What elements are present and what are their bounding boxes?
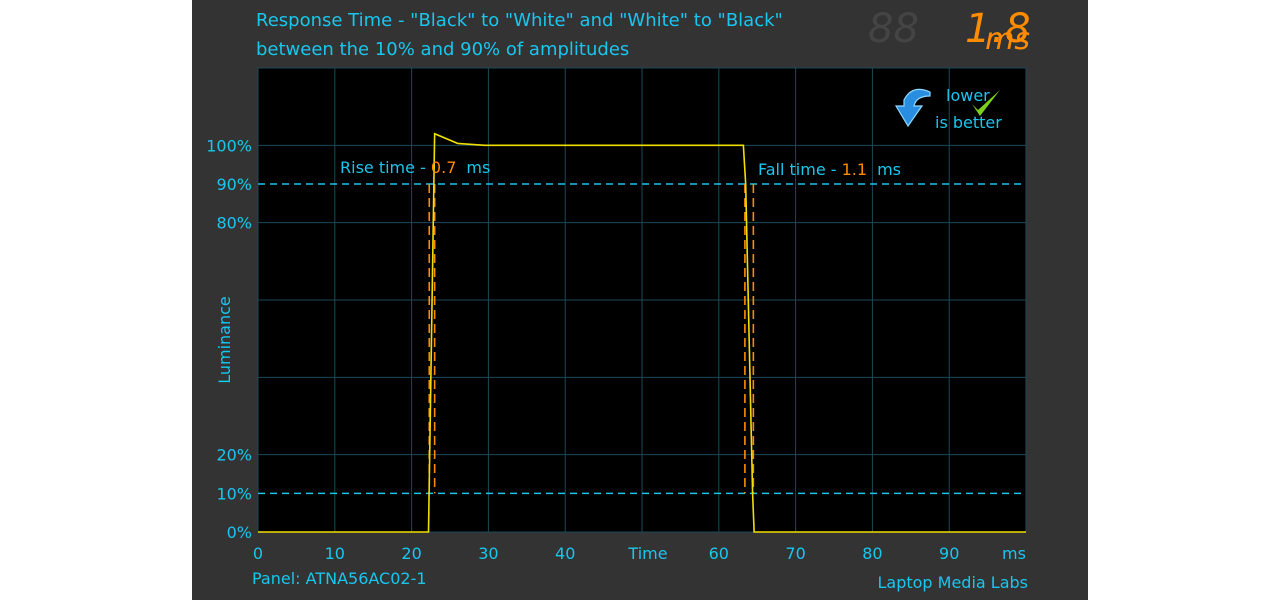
y-tick-label: 80% bbox=[216, 214, 252, 233]
panel-label: Panel: ATNA56AC02-1 bbox=[252, 569, 427, 588]
x-tick-label: 80 bbox=[862, 544, 882, 563]
fall-label: Fall time - bbox=[758, 160, 842, 179]
x-tick-label: 0 bbox=[253, 544, 263, 563]
x-tick-label: 40 bbox=[555, 544, 575, 563]
y-tick-label: 100% bbox=[206, 136, 252, 155]
x-tick-labels: 0 10 20 30 40 60 70 80 90 bbox=[253, 544, 959, 563]
y-tick-label: 20% bbox=[216, 446, 252, 465]
fall-unit: ms bbox=[877, 160, 901, 179]
y-tick-label: 10% bbox=[216, 484, 252, 503]
x-tick-label: 10 bbox=[325, 544, 345, 563]
rise-value: 0.7 bbox=[431, 158, 456, 177]
brand-label: Laptop Media Labs bbox=[877, 573, 1028, 592]
x-tick-label: 70 bbox=[785, 544, 805, 563]
rise-unit: ms bbox=[466, 158, 490, 177]
rise-time-annotation: Rise time - 0.7 ms bbox=[340, 158, 490, 177]
x-tick-label: 60 bbox=[709, 544, 729, 563]
x-axis-unit: ms bbox=[1002, 544, 1026, 563]
chart-svg: 0% 10% 20% 80% 90% 100% 0 10 20 30 40 60 70 80 90 Tim… bbox=[206, 67, 1028, 592]
x-axis-label: Time bbox=[627, 544, 667, 563]
y-axis-label: Luminance bbox=[215, 296, 234, 384]
x-tick-label: 30 bbox=[478, 544, 498, 563]
y-tick-label: 90% bbox=[216, 175, 252, 194]
badge-line1: lower bbox=[946, 86, 990, 105]
x-tick-label: 90 bbox=[939, 544, 959, 563]
fall-value: 1.1 bbox=[842, 160, 867, 179]
x-tick-label: 20 bbox=[401, 544, 421, 563]
badge-line2: is better bbox=[935, 113, 1002, 132]
y-tick-label: 0% bbox=[227, 523, 252, 542]
fall-time-annotation: Fall time - 1.1 ms bbox=[758, 160, 901, 179]
rise-label: Rise time - bbox=[340, 158, 431, 177]
